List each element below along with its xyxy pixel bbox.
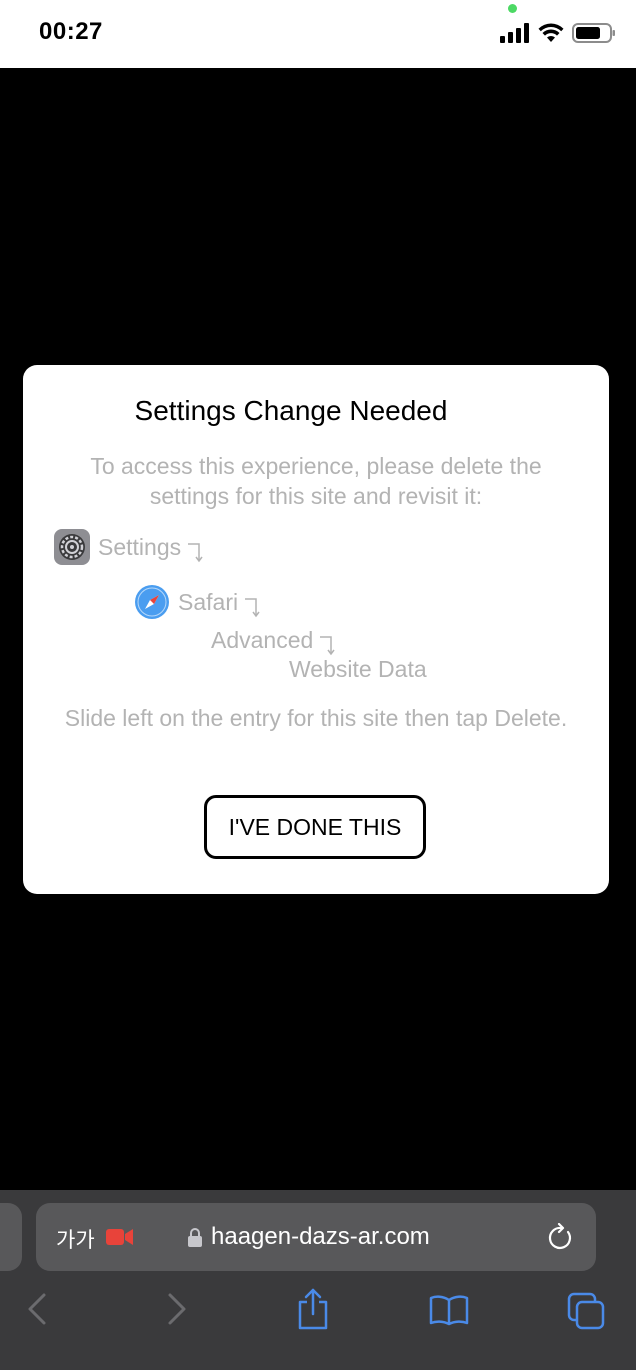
text-size-button[interactable]: 가가 bbox=[56, 1224, 95, 1254]
status-bar: 00:27 bbox=[0, 0, 636, 68]
corner-arrow-icon bbox=[320, 636, 335, 656]
browser-bottom-bar: 가가 haagen-dazs-ar.com bbox=[0, 1190, 636, 1370]
step-settings-label: Settings bbox=[98, 533, 182, 560]
previous-tab-address-bar[interactable] bbox=[0, 1203, 22, 1271]
status-icons bbox=[500, 22, 616, 44]
forward-arrow-icon[interactable] bbox=[166, 1292, 188, 1326]
safari-app-icon bbox=[135, 585, 169, 619]
bookmarks-icon[interactable] bbox=[429, 1294, 469, 1326]
back-arrow-icon[interactable] bbox=[26, 1292, 48, 1326]
status-time: 00:27 bbox=[39, 18, 103, 45]
settings-app-icon bbox=[54, 529, 90, 565]
share-icon[interactable] bbox=[296, 1288, 330, 1330]
dialog-title: Settings Change Needed bbox=[134, 395, 448, 426]
step-settings: Settings bbox=[54, 529, 205, 565]
battery-icon bbox=[572, 23, 615, 43]
ive-done-this-button[interactable]: I'VE DONE THIS bbox=[204, 795, 426, 859]
step-advanced: Advanced bbox=[211, 623, 337, 657]
step-safari-label: Safari bbox=[178, 588, 239, 615]
step-safari: Safari bbox=[134, 584, 262, 620]
tabs-icon[interactable] bbox=[567, 1292, 607, 1330]
wifi-icon bbox=[538, 23, 564, 42]
camera-recording-icon[interactable] bbox=[106, 1228, 134, 1246]
step-website-data: Website Data bbox=[289, 656, 427, 683]
dialog-note: Slide left on the entry for this site th… bbox=[64, 705, 568, 731]
reload-icon[interactable] bbox=[548, 1223, 574, 1251]
step-advanced-label: Advanced bbox=[211, 626, 314, 653]
url-text[interactable]: haagen-dazs-ar.com bbox=[211, 1223, 430, 1251]
corner-arrow-icon bbox=[188, 543, 203, 563]
cellular-signal-icon bbox=[500, 23, 529, 43]
lock-icon bbox=[188, 1228, 202, 1247]
corner-arrow-icon bbox=[245, 598, 260, 618]
address-bar[interactable]: 가가 haagen-dazs-ar.com bbox=[36, 1203, 596, 1271]
step-website-data-label: Website Data bbox=[289, 656, 427, 682]
settings-change-dialog: Settings Change Needed To access this ex… bbox=[23, 365, 609, 894]
dialog-description: To access this experience, please delete… bbox=[90, 453, 542, 509]
camera-in-use-indicator bbox=[508, 4, 517, 13]
